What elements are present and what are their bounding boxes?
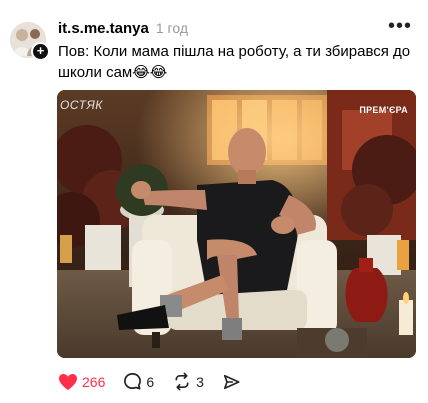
post-caption: Пов: Коли мама пішла на роботу, а ти зби… xyxy=(58,43,411,81)
repost-count: 3 xyxy=(196,373,204,390)
username[interactable]: it.s.me.tanya xyxy=(58,20,149,37)
comment-button[interactable]: 6 xyxy=(123,372,154,391)
action-bar: 266 6 3 xyxy=(58,372,241,391)
comment-count: 6 xyxy=(146,373,155,390)
post-header: it.s.me.tanya 1 год xyxy=(58,20,188,37)
more-dots-icon[interactable]: ••• xyxy=(388,16,412,36)
like-button[interactable]: 266 xyxy=(58,373,105,391)
share-icon xyxy=(223,374,240,389)
channel-watermark: ОСТЯК xyxy=(60,98,103,112)
repost-icon xyxy=(175,372,189,391)
post-image[interactable]: ОСТЯК ПРЕМ'ЄРА xyxy=(57,90,416,358)
avatar-container[interactable]: + xyxy=(10,22,50,61)
timestamp: 1 год xyxy=(155,20,188,36)
comment-icon xyxy=(124,373,142,390)
follow-plus-icon[interactable]: + xyxy=(31,42,50,61)
like-count: 266 xyxy=(82,373,106,390)
premiere-watermark: ПРЕМ'ЄРА xyxy=(359,105,408,115)
repost-button[interactable]: 3 xyxy=(172,372,204,391)
heart-icon xyxy=(59,373,77,390)
share-button[interactable] xyxy=(222,373,241,391)
